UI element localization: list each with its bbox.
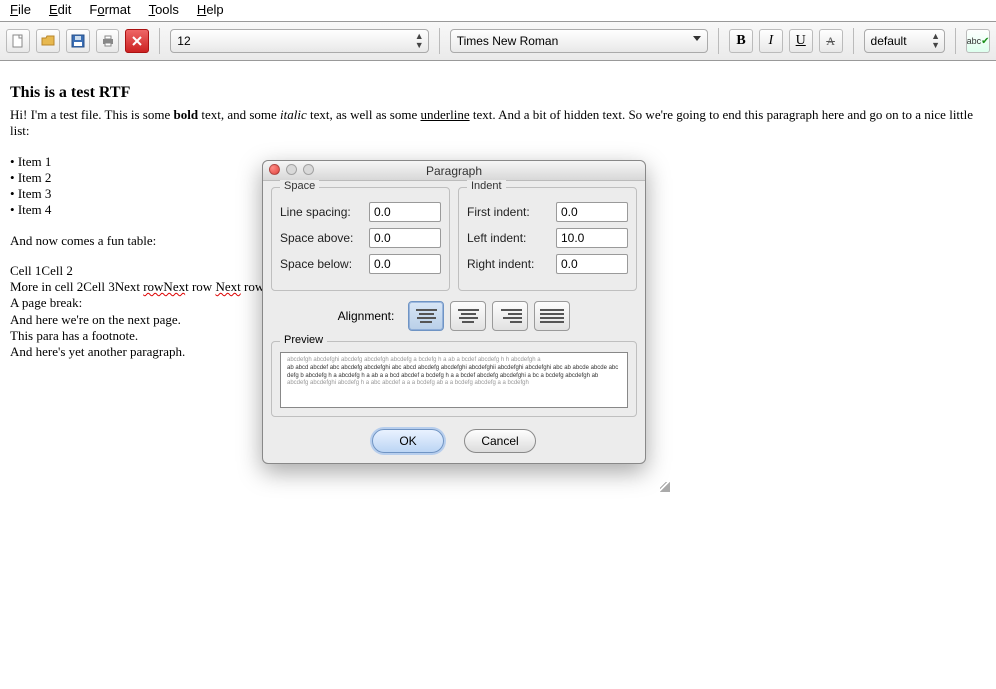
dialog-titlebar[interactable]: Paragraph (263, 161, 645, 181)
toolbar-divider (718, 28, 719, 54)
doc-paragraph: Hi! I'm a test file. This is some bold t… (10, 107, 986, 140)
open-file-button[interactable] (36, 29, 60, 53)
menu-tools[interactable]: Tools (149, 2, 179, 17)
indent-group: Indent First indent: Left indent: Right … (458, 187, 637, 291)
toolbar-divider (159, 28, 160, 54)
underline-button[interactable]: U (789, 29, 813, 53)
ok-button[interactable]: OK (372, 429, 444, 453)
space-above-label: Space above: (280, 231, 353, 245)
group-legend: Space (280, 180, 319, 192)
style-value: default (871, 34, 907, 48)
window-minimize-icon[interactable] (286, 164, 297, 175)
right-indent-input[interactable] (556, 254, 628, 274)
font-size-value: 12 (177, 34, 190, 48)
right-indent-label: Right indent: (467, 257, 534, 271)
menu-edit[interactable]: Edit (49, 2, 71, 17)
bold-button[interactable]: B (729, 29, 753, 53)
menu-help[interactable]: Help (197, 2, 224, 17)
new-file-button[interactable] (6, 29, 30, 53)
print-button[interactable] (96, 29, 120, 53)
toolbar-divider (439, 28, 440, 54)
cancel-button[interactable]: Cancel (464, 429, 536, 453)
group-legend: Preview (280, 334, 327, 346)
font-size-select[interactable]: 12 ▲▼ (170, 29, 428, 53)
font-family-select[interactable]: Times New Roman (450, 29, 708, 53)
menu-bar: File Edit Format Tools Help (0, 0, 996, 21)
window-controls (269, 164, 314, 175)
align-justify-button[interactable] (534, 301, 570, 331)
style-select[interactable]: default ▲▼ (864, 29, 946, 53)
stepper-arrows-icon: ▲▼ (415, 32, 424, 50)
line-spacing-input[interactable] (369, 202, 441, 222)
stepper-arrows-icon: ▲▼ (931, 32, 940, 50)
line-spacing-label: Line spacing: (280, 205, 351, 219)
spellcheck-button[interactable]: abc✔ (966, 29, 990, 53)
alignment-row: Alignment: (271, 301, 637, 331)
space-below-input[interactable] (369, 254, 441, 274)
menu-file[interactable]: File (10, 2, 31, 17)
toolbar: 12 ▲▼ Times New Roman B I U A default ▲▼… (0, 21, 996, 61)
font-family-value: Times New Roman (457, 34, 559, 48)
align-right-button[interactable] (492, 301, 528, 331)
window-close-icon[interactable] (269, 164, 280, 175)
paragraph-dialog: Paragraph Space Line spacing: Space abov… (262, 160, 646, 464)
resize-grip-icon[interactable] (660, 482, 670, 492)
group-legend: Indent (467, 180, 506, 192)
first-indent-input[interactable] (556, 202, 628, 222)
window-zoom-icon[interactable] (303, 164, 314, 175)
toolbar-divider (955, 28, 956, 54)
strikethrough-button[interactable]: A (819, 29, 843, 53)
space-below-label: Space below: (280, 257, 352, 271)
dropdown-arrow-icon (693, 36, 701, 41)
space-above-input[interactable] (369, 228, 441, 248)
toolbar-divider (853, 28, 854, 54)
space-group: Space Line spacing: Space above: Space b… (271, 187, 450, 291)
close-button[interactable] (125, 29, 149, 53)
dialog-title: Paragraph (426, 164, 482, 178)
save-file-button[interactable] (66, 29, 90, 53)
alignment-label: Alignment: (338, 309, 395, 323)
preview-group: Preview abcdefgh abcdefghi abcdefg abcde… (271, 341, 637, 417)
align-left-button[interactable] (408, 301, 444, 331)
menu-format[interactable]: Format (89, 2, 130, 17)
left-indent-input[interactable] (556, 228, 628, 248)
left-indent-label: Left indent: (467, 231, 526, 245)
italic-button[interactable]: I (759, 29, 783, 53)
doc-title: This is a test RTF (10, 83, 986, 103)
align-center-button[interactable] (450, 301, 486, 331)
first-indent-label: First indent: (467, 205, 530, 219)
preview-box: abcdefgh abcdefghi abcdefg abcdefgh abcd… (280, 352, 628, 408)
